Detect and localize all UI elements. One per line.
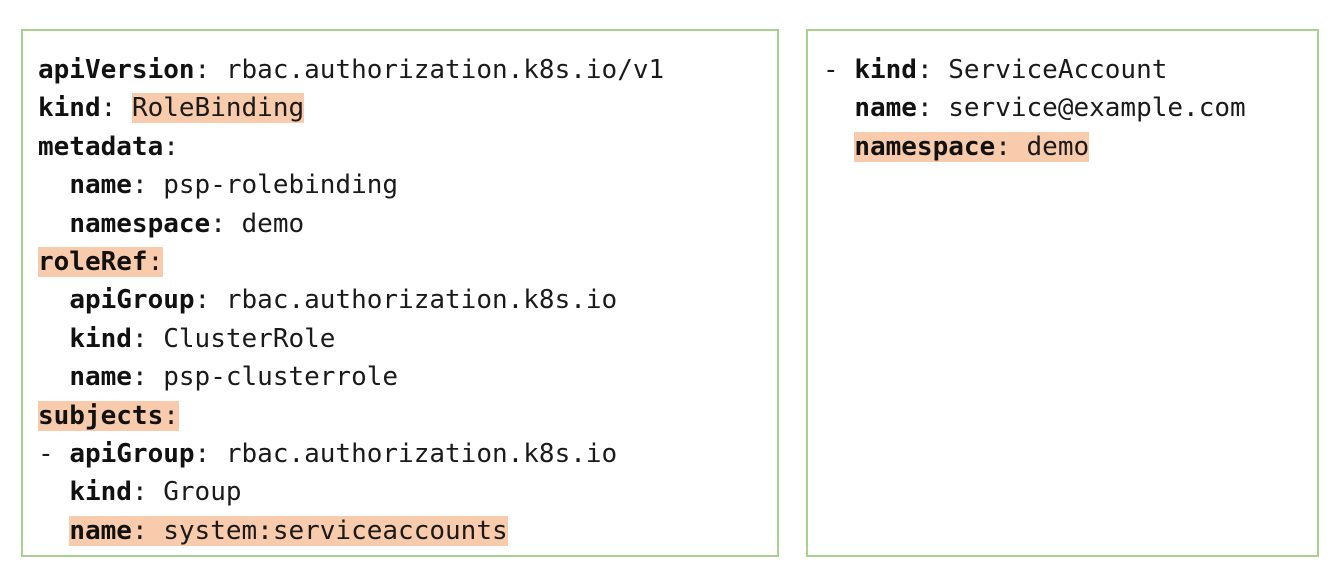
yaml-separator: : (995, 131, 1027, 162)
key-value-pair: kind: Group (69, 477, 241, 507)
yaml-panel-right: - kind: ServiceAccount name: service@exa… (806, 29, 1319, 557)
yaml-value: ClusterRole (163, 323, 336, 354)
yaml-separator: : (131, 170, 164, 201)
code-line: kind: ClusterRole (38, 320, 664, 358)
yaml-key: name (69, 362, 132, 393)
yaml-value: demo (1026, 131, 1090, 162)
key-value-pair: name: psp-rolebinding (69, 170, 398, 200)
code-line: metadata: (38, 128, 664, 166)
code-line: apiVersion: rbac.authorization.k8s.io/v1 (38, 51, 664, 89)
key-value-pair: apiGroup: rbac.authorization.k8s.io (69, 285, 617, 315)
yaml-key: name (69, 170, 132, 201)
code-line: namespace: demo (823, 128, 1246, 166)
key-value-pair: namespace: demo (69, 209, 304, 239)
code-line: name: psp-clusterrole (38, 358, 664, 396)
highlighted-yaml-value: RoleBinding (131, 93, 305, 124)
key-value-pair: kind: ClusterRole (69, 324, 335, 354)
yaml-separator: : (194, 438, 226, 469)
code-line: kind: Group (38, 473, 664, 511)
yaml-key: apiVersion (38, 55, 195, 85)
key-value-pair: name: service@example.com (854, 93, 1245, 123)
yaml-key: apiGroup (69, 285, 195, 316)
line-indent: - (823, 55, 855, 85)
key-value-pair: apiVersion: rbac.authorization.k8s.io/v1 (38, 55, 664, 85)
code-line: subjects: (38, 397, 664, 435)
yaml-key: kind (854, 55, 917, 85)
yaml-separator: : (163, 131, 179, 162)
yaml-separator: : (916, 55, 949, 85)
yaml-separator: : (131, 515, 164, 546)
highlighted-key-value-pair: roleRef: (38, 246, 164, 277)
code-line: - apiGroup: rbac.authorization.k8s.io (38, 435, 664, 473)
key-value-pair: kind: ServiceAccount (854, 55, 1167, 85)
line-indent: - (38, 438, 70, 469)
yaml-key: kind (38, 93, 101, 124)
yaml-key: name (854, 93, 917, 124)
yaml-key: roleRef (38, 246, 148, 277)
yaml-value: rbac.authorization.k8s.io (225, 438, 618, 469)
yaml-value: psp-rolebinding (163, 170, 399, 201)
yaml-value: system:serviceaccounts (163, 515, 508, 546)
yaml-value: service@example.com (948, 93, 1246, 124)
code-line: name: psp-rolebinding (38, 166, 664, 204)
yaml-value: rbac.authorization.k8s.io (225, 285, 618, 316)
yaml-value: Group (163, 477, 242, 508)
code-line: kind: RoleBinding (38, 89, 664, 127)
code-line: - kind: ServiceAccount (823, 51, 1246, 89)
yaml-separator: : (131, 477, 164, 508)
yaml-separator: : (147, 246, 164, 277)
highlighted-key-value-pair: name: system:serviceaccounts (69, 515, 508, 546)
yaml-separator: : (210, 208, 242, 239)
key-value-pair: metadata: (38, 132, 179, 162)
key-value-pair: apiGroup: rbac.authorization.k8s.io (69, 439, 617, 469)
yaml-key: kind (69, 323, 132, 354)
yaml-key: metadata (38, 131, 164, 162)
yaml-separator: : (131, 362, 164, 393)
yaml-value: psp-clusterrole (163, 362, 399, 393)
yaml-value: demo (241, 208, 305, 239)
yaml-value: ServiceAccount (948, 55, 1168, 85)
yaml-separator: : (194, 55, 226, 85)
highlighted-key-value-pair: subjects: (38, 400, 179, 431)
yaml-key: apiGroup (69, 438, 195, 469)
rolebinding-code-block: apiVersion: rbac.authorization.k8s.io/v1… (38, 51, 664, 550)
yaml-key: subjects (38, 400, 164, 431)
code-line: name: system:serviceaccounts (38, 512, 664, 550)
code-line: namespace: demo (38, 205, 664, 243)
yaml-value: rbac.authorization.k8s.io/v1 (225, 55, 665, 85)
key-value-pair: kind: RoleBinding (38, 93, 305, 124)
yaml-separator: : (916, 93, 949, 124)
yaml-key: kind (69, 477, 132, 508)
yaml-key: name (69, 515, 132, 546)
yaml-separator: : (100, 93, 132, 124)
key-value-pair: name: psp-clusterrole (69, 362, 398, 392)
yaml-separator: : (163, 400, 179, 431)
code-line: apiGroup: rbac.authorization.k8s.io (38, 281, 664, 319)
code-line: name: service@example.com (823, 89, 1245, 127)
yaml-separator: : (131, 323, 164, 354)
code-line: roleRef: (38, 243, 664, 281)
yaml-separator: : (194, 285, 226, 316)
highlighted-key-value-pair: namespace: demo (854, 131, 1090, 162)
subject-code-block: - kind: ServiceAccount name: service@exa… (823, 51, 1246, 166)
yaml-panel-left: apiVersion: rbac.authorization.k8s.io/v1… (21, 29, 779, 557)
yaml-key: namespace (854, 131, 996, 162)
yaml-key: namespace (69, 208, 211, 239)
